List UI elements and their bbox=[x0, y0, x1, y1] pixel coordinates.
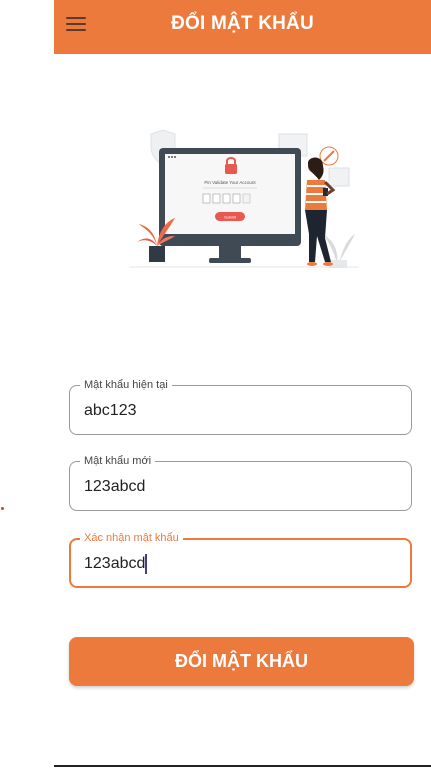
confirm-password-input-wrap[interactable]: 123abcd bbox=[84, 554, 148, 574]
new-password-label: Mật khẩu mới bbox=[80, 454, 156, 468]
background-card bbox=[328, 167, 350, 187]
app-bar: ĐỔI MẬT KHẨU bbox=[54, 0, 431, 54]
change-password-button[interactable]: ĐỔI MẬT KHẨU bbox=[69, 637, 414, 686]
current-password-field[interactable]: Mật khẩu hiện tại abc123 bbox=[69, 378, 412, 435]
screen-button-label: Submit bbox=[224, 216, 237, 220]
change-password-screen: ĐỔI MẬT KHẨU Pin Validate Your Account S… bbox=[54, 0, 431, 768]
lock-icon bbox=[225, 164, 237, 174]
text-caret bbox=[145, 554, 148, 574]
page-title: ĐỔI MẬT KHẨU bbox=[171, 13, 314, 34]
plant-pot bbox=[149, 246, 165, 262]
bottom-divider bbox=[54, 765, 431, 767]
confirm-password-input[interactable]: 123abcd bbox=[84, 555, 145, 572]
confirm-password-label: Xác nhận mật khẩu bbox=[80, 531, 183, 545]
current-password-input[interactable]: abc123 bbox=[84, 401, 137, 421]
new-password-field[interactable]: Mật khẩu mới 123abcd bbox=[69, 454, 412, 511]
screen-title: Pin Validate Your Account bbox=[204, 180, 256, 185]
current-password-label: Mật khẩu hiện tại bbox=[80, 378, 172, 392]
new-password-input[interactable]: 123abcd bbox=[84, 477, 145, 497]
security-illustration: Pin Validate Your Account Submit bbox=[129, 129, 359, 268]
indicator-dot bbox=[1, 507, 4, 510]
left-margin bbox=[0, 0, 54, 768]
confirm-password-field[interactable]: Xác nhận mật khẩu 123abcd bbox=[69, 531, 412, 588]
